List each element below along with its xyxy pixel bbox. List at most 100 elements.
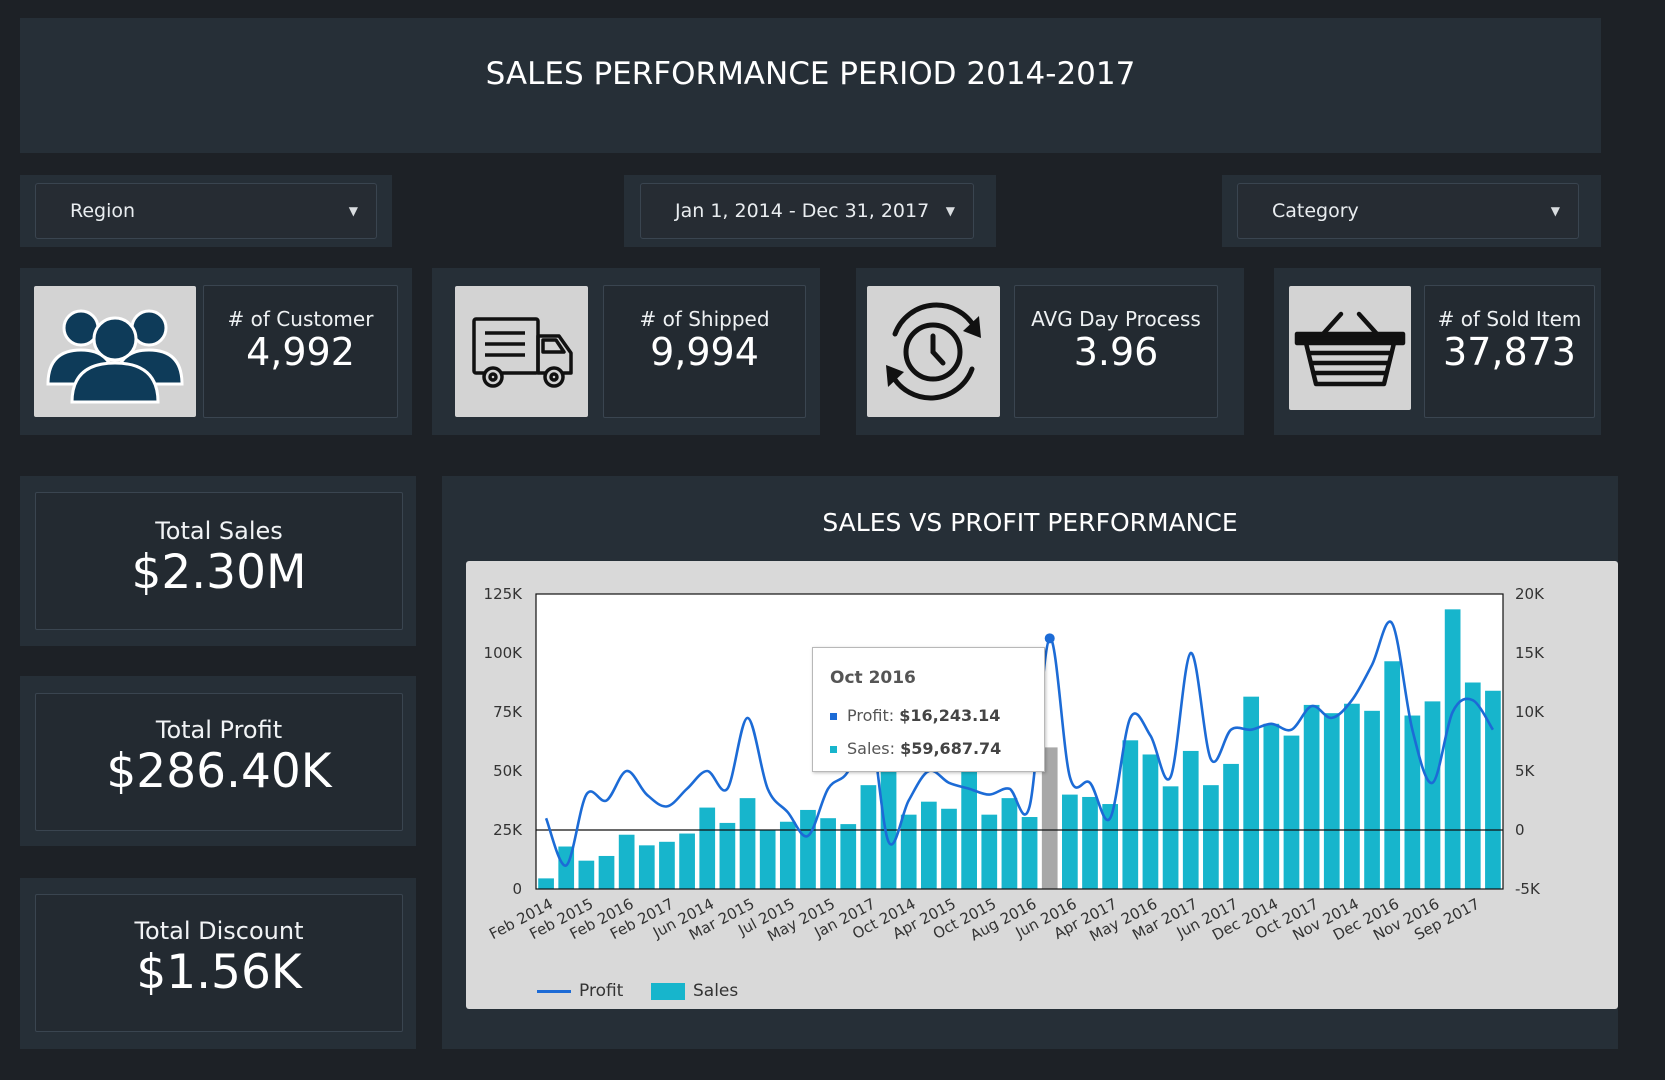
left-axis-tick-label: 25K bbox=[493, 821, 523, 839]
kpi-customer-label: # of Customer bbox=[227, 307, 374, 331]
sales-bar bbox=[981, 814, 998, 889]
total-profit-label: Total Profit bbox=[155, 716, 283, 744]
profit-swatch bbox=[830, 713, 837, 720]
sales-bar bbox=[1162, 786, 1179, 889]
sales-bar bbox=[1122, 740, 1139, 889]
legend-profit-label: Profit bbox=[579, 981, 624, 1001]
chart-svg: 025K50K75K100K125K-5K05K10K15K20KFeb 201… bbox=[484, 585, 1546, 945]
sales-bar bbox=[1464, 682, 1481, 889]
sales-bar bbox=[860, 785, 877, 889]
kpi-avg-day-panel: AVG Day Process 3.96 bbox=[856, 268, 1244, 435]
total-sales-panel: Total Sales $2.30M bbox=[20, 476, 416, 646]
right-axis-tick-label: -5K bbox=[1515, 880, 1541, 898]
sales-bar bbox=[1001, 798, 1018, 889]
sales-profit-chart[interactable]: 0 25K 50K 75K 100K 125K -5K 0 5K 10K 15K 20K Feb 201… bbox=[466, 561, 1618, 1009]
chart-tooltip: Oct 2016 Profit: $16,243.14 Sales: $59,6… bbox=[812, 647, 1045, 772]
region-dropdown-label: Region bbox=[70, 200, 136, 222]
sales-bar bbox=[820, 818, 836, 889]
chevron-down-icon: ▼ bbox=[1550, 204, 1560, 218]
sales-bar bbox=[1424, 701, 1441, 889]
right-axis-tick-label: 20K bbox=[1515, 585, 1545, 603]
sales-bar bbox=[920, 801, 937, 889]
kpi-shipped-label: # of Shipped bbox=[639, 307, 770, 331]
tooltip-profit-value: $16,243.14 bbox=[899, 706, 1001, 725]
left-axis-tick-label: 125K bbox=[484, 585, 524, 603]
sales-bar bbox=[699, 807, 716, 889]
sales-bar bbox=[1263, 723, 1280, 889]
category-dropdown[interactable]: Category ▼ bbox=[1237, 183, 1579, 239]
sales-bar bbox=[538, 878, 554, 889]
kpi-sold-item-value: 37,873 bbox=[1443, 330, 1576, 374]
sales-bar bbox=[719, 822, 736, 889]
sales-bar bbox=[638, 845, 655, 889]
sales-bar bbox=[1303, 704, 1320, 889]
category-dropdown-label: Category bbox=[1272, 200, 1359, 222]
region-dropdown[interactable]: Region ▼ bbox=[35, 183, 377, 239]
sales-bar bbox=[1142, 754, 1159, 889]
total-discount-card: Total Discount $1.56K bbox=[35, 894, 403, 1032]
total-discount-value: $1.56K bbox=[136, 945, 302, 1000]
kpi-sold-item-label: # of Sold Item bbox=[1437, 307, 1582, 331]
sales-bar bbox=[1364, 710, 1380, 889]
legend-sales-label: Sales bbox=[693, 981, 739, 1001]
chart-title: SALES VS PROFIT PERFORMANCE bbox=[822, 508, 1238, 537]
right-axis-tick-label: 5K bbox=[1515, 762, 1536, 780]
left-axis-tick-label: 100K bbox=[484, 644, 524, 662]
legend-profit[interactable]: Profit bbox=[537, 981, 623, 1001]
header-panel: SALES PERFORMANCE PERIOD 2014-2017 bbox=[20, 18, 1601, 153]
basket-icon bbox=[1289, 286, 1411, 410]
left-axis-tick-label: 0 bbox=[512, 880, 522, 898]
kpi-avg-day-card: AVG Day Process 3.96 bbox=[1014, 285, 1218, 418]
kpi-avg-day-label: AVG Day Process bbox=[1031, 307, 1201, 331]
sales-bar bbox=[1384, 661, 1401, 889]
sales-bar bbox=[618, 834, 635, 889]
region-filter-panel: Region ▼ bbox=[20, 175, 392, 247]
total-sales-label: Total Sales bbox=[155, 517, 283, 545]
sales-bar bbox=[1283, 735, 1300, 889]
total-sales-value: $2.30M bbox=[131, 545, 307, 600]
sales-bar bbox=[1444, 609, 1461, 889]
sales-bar bbox=[900, 814, 917, 889]
tooltip-profit-row: Profit: $16,243.14 bbox=[830, 706, 1000, 725]
kpi-shipped-card: # of Shipped 9,994 bbox=[603, 285, 806, 418]
category-filter-panel: Category ▼ bbox=[1222, 175, 1601, 247]
total-discount-panel: Total Discount $1.56K bbox=[20, 878, 416, 1049]
kpi-customer-card: # of Customer 4,992 bbox=[203, 285, 398, 418]
sales-bar bbox=[1082, 796, 1098, 889]
total-profit-value: $286.40K bbox=[106, 744, 332, 799]
right-axis-tick-label: 10K bbox=[1515, 703, 1545, 721]
legend-profit-line-icon bbox=[537, 989, 571, 993]
sales-bar bbox=[759, 830, 776, 889]
kpi-avg-day-value: 3.96 bbox=[1073, 330, 1159, 374]
sales-bar bbox=[961, 766, 977, 889]
date-range-dropdown[interactable]: Jan 1, 2014 - Dec 31, 2017 ▼ bbox=[640, 183, 974, 239]
profit-highlight-point bbox=[1044, 633, 1055, 644]
tooltip-sales-row: Sales: $59,687.74 bbox=[830, 739, 1001, 758]
page-title: SALES PERFORMANCE PERIOD 2014-2017 bbox=[485, 56, 1136, 92]
sales-bar bbox=[800, 809, 816, 889]
sales-bar bbox=[1404, 715, 1421, 889]
sales-bar bbox=[840, 824, 857, 889]
sales-bar bbox=[941, 808, 957, 889]
sales-bar bbox=[1203, 785, 1219, 889]
kpi-shipped-value: 9,994 bbox=[650, 330, 759, 374]
kpi-sold-item-card: # of Sold Item 37,873 bbox=[1424, 285, 1595, 418]
sales-bar bbox=[1182, 750, 1199, 889]
date-range-label: Jan 1, 2014 - Dec 31, 2017 bbox=[675, 200, 930, 222]
sales-bar bbox=[1021, 817, 1038, 889]
sales-bar bbox=[1062, 794, 1078, 889]
tooltip-title: Oct 2016 bbox=[830, 668, 916, 688]
legend-sales[interactable]: Sales bbox=[651, 981, 738, 1001]
chevron-down-icon: ▼ bbox=[945, 204, 955, 218]
kpi-shipped-panel: # of Shipped 9,994 bbox=[432, 268, 820, 435]
tooltip-profit-label: Profit: bbox=[847, 706, 895, 725]
kpi-customer-value: 4,992 bbox=[246, 330, 355, 374]
clock-refresh-icon bbox=[867, 286, 1000, 417]
tooltip-sales-label: Sales: bbox=[847, 739, 895, 758]
sales-bar bbox=[679, 833, 695, 889]
total-profit-panel: Total Profit $286.40K bbox=[20, 676, 416, 846]
users-icon bbox=[34, 286, 196, 417]
chevron-down-icon: ▼ bbox=[348, 204, 358, 218]
truck-icon bbox=[455, 286, 588, 417]
right-axis-tick-label: 15K bbox=[1515, 644, 1545, 662]
